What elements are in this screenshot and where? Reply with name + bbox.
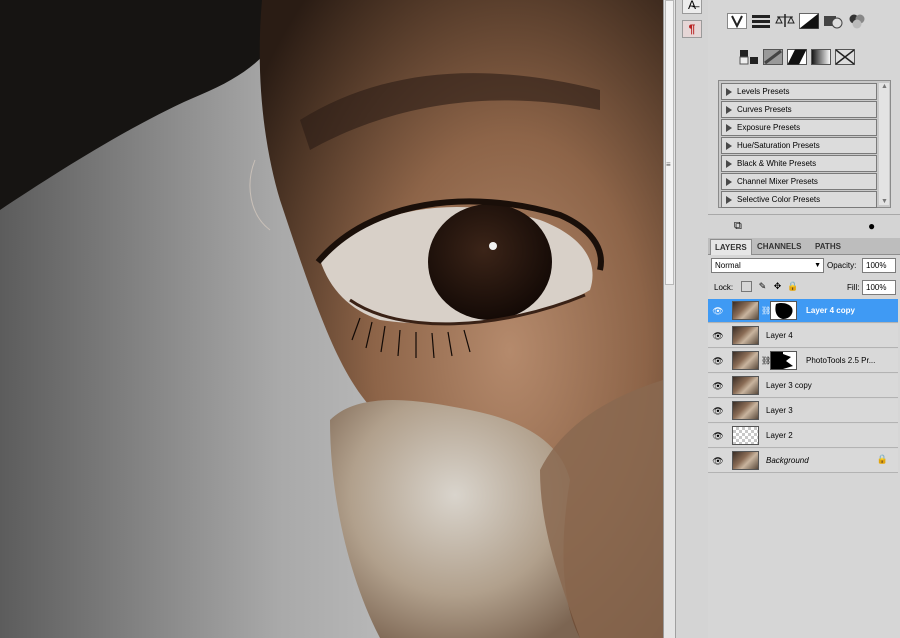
opacity-label: Opacity: xyxy=(827,261,857,270)
adjustments-footer: ⧉ ● xyxy=(708,214,900,239)
layer-row[interactable]: 👁 ⛓ PhotoTools 2.5 Pr... xyxy=(708,349,898,373)
chevron-down-icon: ▼ xyxy=(814,262,821,269)
layer-name[interactable]: Layer 2 xyxy=(766,424,793,448)
layer-row-background[interactable]: 👁 Background 🔒 xyxy=(708,449,898,473)
vertical-scrollbar[interactable]: ≡ xyxy=(663,0,675,638)
preset-label: Curves Presets xyxy=(737,105,792,114)
expand-triangle-icon[interactable] xyxy=(726,105,732,114)
paragraph-panel-icon[interactable]: ¶ xyxy=(682,20,702,38)
fill-field[interactable]: 100% xyxy=(862,280,896,295)
vibrance-icon[interactable] xyxy=(726,12,748,30)
invert-icon[interactable] xyxy=(738,48,760,66)
layer-thumbnail xyxy=(732,451,759,470)
expand-triangle-icon[interactable] xyxy=(726,123,732,132)
layer-thumbnail xyxy=(732,376,759,395)
scroll-up-icon[interactable]: ▲ xyxy=(881,83,888,90)
preset-channel-mixer[interactable]: Channel Mixer Presets xyxy=(721,173,877,190)
channel-mixer-small-icon[interactable]: ● xyxy=(868,219,875,233)
preset-black-white[interactable]: Black & White Presets xyxy=(721,155,877,172)
channel-mixer-icon[interactable] xyxy=(846,12,868,30)
scroll-down-icon[interactable]: ▼ xyxy=(881,198,888,205)
preset-exposure[interactable]: Exposure Presets xyxy=(721,119,877,136)
black-white-icon[interactable] xyxy=(798,12,820,30)
layers-empty-area[interactable] xyxy=(708,475,900,638)
expand-triangle-icon[interactable] xyxy=(726,195,732,204)
layer-thumbnail xyxy=(732,401,759,420)
visibility-eye-icon[interactable]: 👁 xyxy=(711,429,725,443)
threshold-icon[interactable] xyxy=(786,48,808,66)
visibility-eye-icon[interactable]: 👁 xyxy=(711,379,725,393)
tab-paths[interactable]: PATHS xyxy=(811,239,845,254)
layer-row[interactable]: 👁 Layer 2 xyxy=(708,424,898,448)
layer-row[interactable]: 👁 Layer 3 copy xyxy=(708,374,898,398)
layer-thumbnail-transparent xyxy=(732,426,759,445)
tab-channels[interactable]: CHANNELS xyxy=(753,239,805,254)
layer-name[interactable]: Background xyxy=(766,449,809,473)
posterize-icon[interactable] xyxy=(762,48,784,66)
color-balance-icon[interactable] xyxy=(750,12,772,30)
visibility-eye-icon[interactable]: 👁 xyxy=(711,354,725,368)
preset-curves[interactable]: Curves Presets xyxy=(721,101,877,118)
fill-label: Fill: xyxy=(847,283,860,292)
collapsed-panel-strip: A̶ ¶ xyxy=(675,0,708,638)
preset-label: Hue/Saturation Presets xyxy=(737,141,820,150)
layer-thumbnail xyxy=(732,351,759,370)
selective-color-icon[interactable] xyxy=(834,48,856,66)
expand-triangle-icon[interactable] xyxy=(726,159,732,168)
adjustment-presets-list: Levels Presets Curves Presets Exposure P… xyxy=(718,80,891,208)
layer-name[interactable]: PhotoTools 2.5 Pr... xyxy=(806,349,875,373)
lock-all-icon[interactable]: 🔒 xyxy=(787,281,798,292)
blend-mode-value: Normal xyxy=(715,261,741,270)
character-panel-icon[interactable]: A̶ xyxy=(682,0,702,14)
photo-closeup-eye xyxy=(0,0,663,638)
lock-position-move-icon[interactable]: ✥ xyxy=(772,281,783,292)
preset-label: Levels Presets xyxy=(737,87,790,96)
preset-label: Channel Mixer Presets xyxy=(737,177,818,186)
layer-row-selected[interactable]: 👁 ⛓ Layer 4 copy xyxy=(708,299,898,323)
layer-name[interactable]: Layer 4 copy xyxy=(806,299,855,323)
gradient-map-icon[interactable] xyxy=(810,48,832,66)
layer-name[interactable]: Layer 3 copy xyxy=(766,374,812,398)
layer-name[interactable]: Layer 4 xyxy=(766,324,793,348)
opacity-field[interactable]: 100% xyxy=(862,258,896,273)
preset-hue-saturation[interactable]: Hue/Saturation Presets xyxy=(721,137,877,154)
balance-scale-icon[interactable] xyxy=(774,12,796,30)
preset-levels[interactable]: Levels Presets xyxy=(721,83,877,100)
layer-row[interactable]: 👁 Layer 3 xyxy=(708,399,898,423)
preset-label: Black & White Presets xyxy=(737,159,817,168)
preset-selective-color[interactable]: Selective Color Presets xyxy=(721,191,877,208)
visibility-eye-icon[interactable]: 👁 xyxy=(711,304,725,318)
preset-label: Exposure Presets xyxy=(737,123,801,132)
tab-layers[interactable]: LAYERS xyxy=(710,239,752,255)
visibility-eye-icon[interactable]: 👁 xyxy=(711,454,725,468)
blend-mode-select[interactable]: Normal ▼ xyxy=(711,258,824,273)
lock-pixels-brush-icon[interactable]: ✎ xyxy=(757,281,768,292)
expand-triangle-icon[interactable] xyxy=(726,177,732,186)
layer-row[interactable]: 👁 Layer 4 xyxy=(708,324,898,348)
lock-label: Lock: xyxy=(714,283,734,292)
scrollbar-thumb[interactable] xyxy=(665,0,674,285)
preset-label: Selective Color Presets xyxy=(737,195,821,204)
layer-thumbnail xyxy=(732,326,759,345)
expand-triangle-icon[interactable] xyxy=(726,87,732,96)
layers-panel-tabs: LAYERS CHANNELS PATHS xyxy=(708,238,900,255)
visibility-eye-icon[interactable]: 👁 xyxy=(711,329,725,343)
layer-thumbnail xyxy=(732,301,759,320)
photo-filter-icon[interactable] xyxy=(822,12,844,30)
panel-resize-grip-icon[interactable]: ≡ xyxy=(666,160,671,169)
layer-mask-thumbnail[interactable] xyxy=(770,351,797,370)
background-lock-icon: 🔒 xyxy=(876,454,888,464)
right-panel-dock: Levels Presets Curves Presets Exposure P… xyxy=(708,0,900,638)
layer-name[interactable]: Layer 3 xyxy=(766,399,793,423)
expand-triangle-icon[interactable] xyxy=(726,141,732,150)
layer-mask-thumbnail[interactable] xyxy=(770,301,797,320)
visibility-eye-icon[interactable]: 👁 xyxy=(711,404,725,418)
layers-list: 👁 ⛓ Layer 4 copy 👁 Layer 4 👁 ⛓ PhotoTool… xyxy=(708,299,900,475)
lock-transparent-icon[interactable] xyxy=(741,281,752,292)
presets-scrollbar[interactable]: ▲ ▼ xyxy=(879,83,889,205)
clip-to-layer-icon[interactable]: ⧉ xyxy=(734,220,742,233)
document-canvas[interactable] xyxy=(0,0,663,638)
